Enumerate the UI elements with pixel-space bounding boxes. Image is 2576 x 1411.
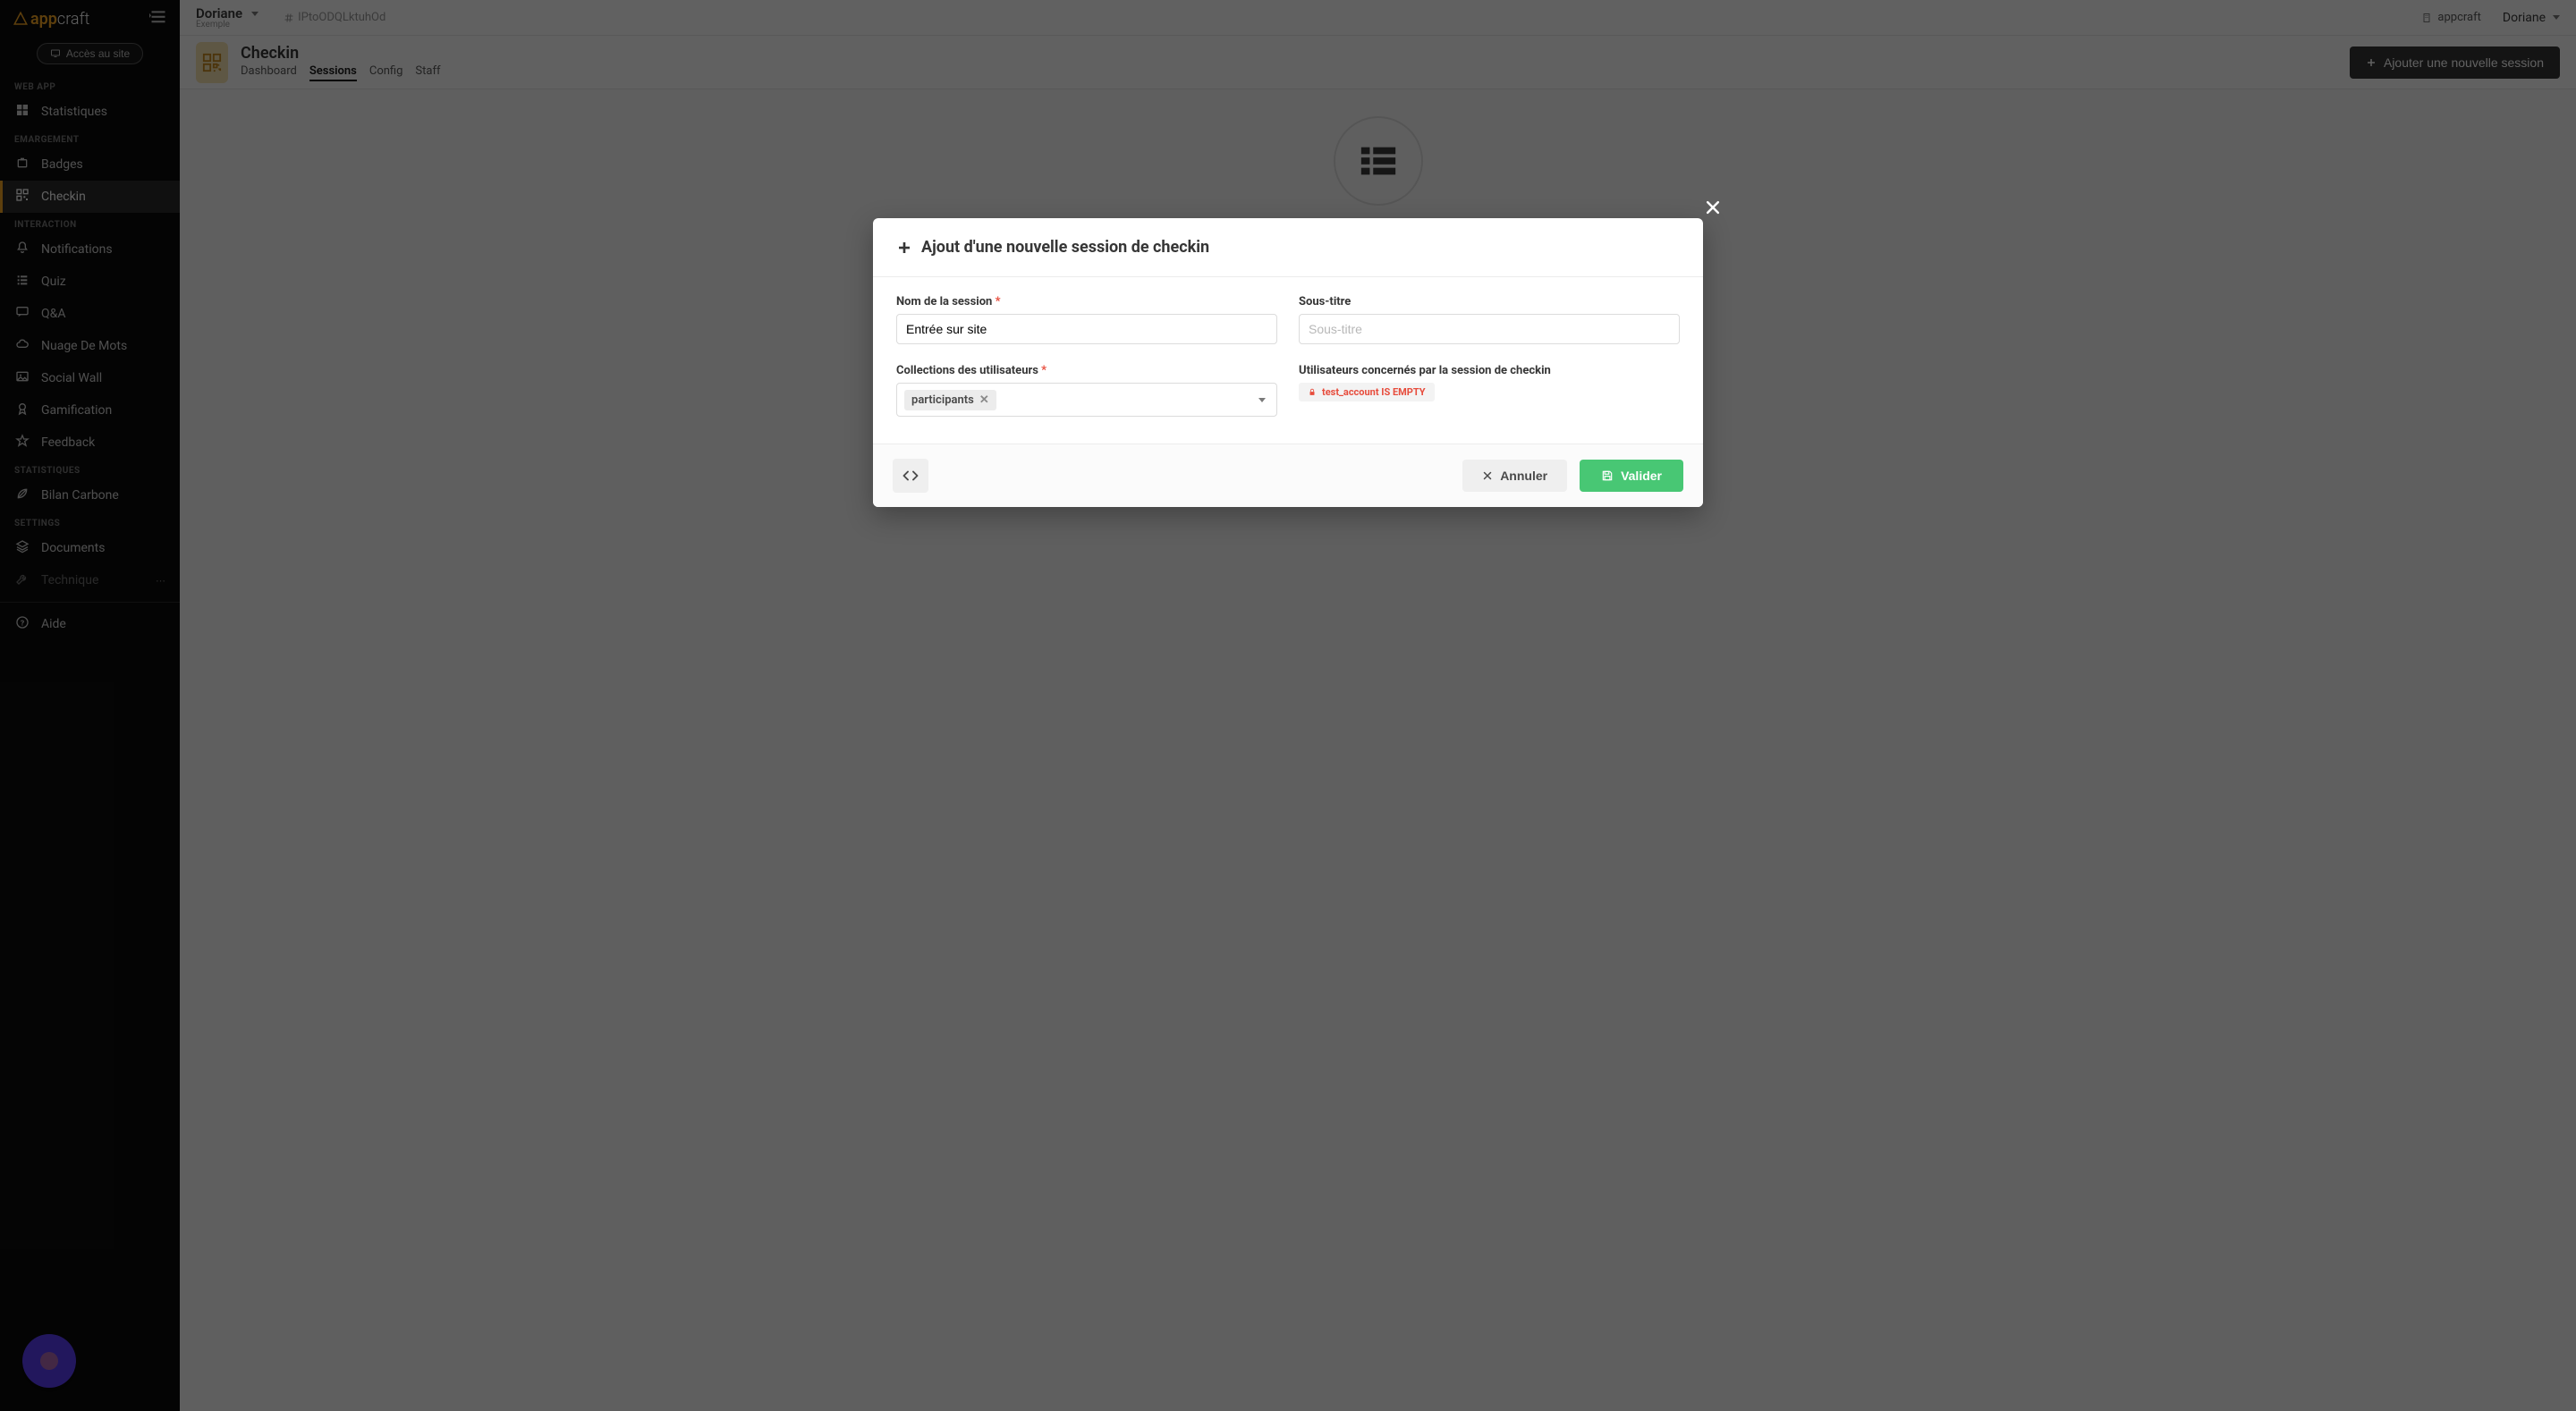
subtitle-input[interactable] <box>1299 314 1680 344</box>
cancel-label: Annuler <box>1500 469 1547 483</box>
session-name-input[interactable] <box>896 314 1277 344</box>
modal-header: Ajout d'une nouvelle session de checkin <box>873 218 1703 277</box>
collection-tag-label: participants <box>911 393 974 407</box>
modal-wrap: Ajout d'une nouvelle session de checkin … <box>0 0 2576 1411</box>
code-view-button[interactable] <box>893 459 928 493</box>
save-label: Valider <box>1621 469 1662 483</box>
modal-body: Nom de la session * Sous-titre Collectio… <box>873 277 1703 444</box>
session-name-label: Nom de la session * <box>896 295 1277 308</box>
field-collections: Collections des utilisateurs * participa… <box>896 364 1277 417</box>
add-session-modal: Ajout d'une nouvelle session de checkin … <box>873 218 1703 507</box>
modal-title: Ajout d'une nouvelle session de checkin <box>921 238 1209 257</box>
lock-icon <box>1308 387 1317 397</box>
collection-tag: participants ✕ <box>904 390 996 410</box>
close-icon <box>1704 199 1722 216</box>
subtitle-label: Sous-titre <box>1299 295 1680 308</box>
plus-icon <box>896 240 912 256</box>
cancel-button[interactable]: Annuler <box>1462 460 1567 492</box>
field-session-name: Nom de la session * <box>896 295 1277 344</box>
collections-multiselect[interactable]: participants ✕ <box>896 383 1277 417</box>
caret-down-icon <box>1258 398 1266 402</box>
modal-footer: Annuler Valider <box>873 444 1703 507</box>
empty-account-text: test_account IS EMPTY <box>1322 386 1426 398</box>
collections-label: Collections des utilisateurs * <box>896 364 1277 377</box>
save-icon <box>1601 469 1614 482</box>
field-affected-users: Utilisateurs concernés par la session de… <box>1299 364 1680 417</box>
remove-tag-button[interactable]: ✕ <box>979 393 989 407</box>
field-subtitle: Sous-titre <box>1299 295 1680 344</box>
modal-close-button[interactable] <box>1703 199 1723 218</box>
code-icon <box>902 469 919 482</box>
save-button[interactable]: Valider <box>1580 460 1683 492</box>
empty-account-pill: test_account IS EMPTY <box>1299 383 1435 401</box>
affected-users-label: Utilisateurs concernés par la session de… <box>1299 364 1680 377</box>
close-icon <box>1482 470 1493 481</box>
